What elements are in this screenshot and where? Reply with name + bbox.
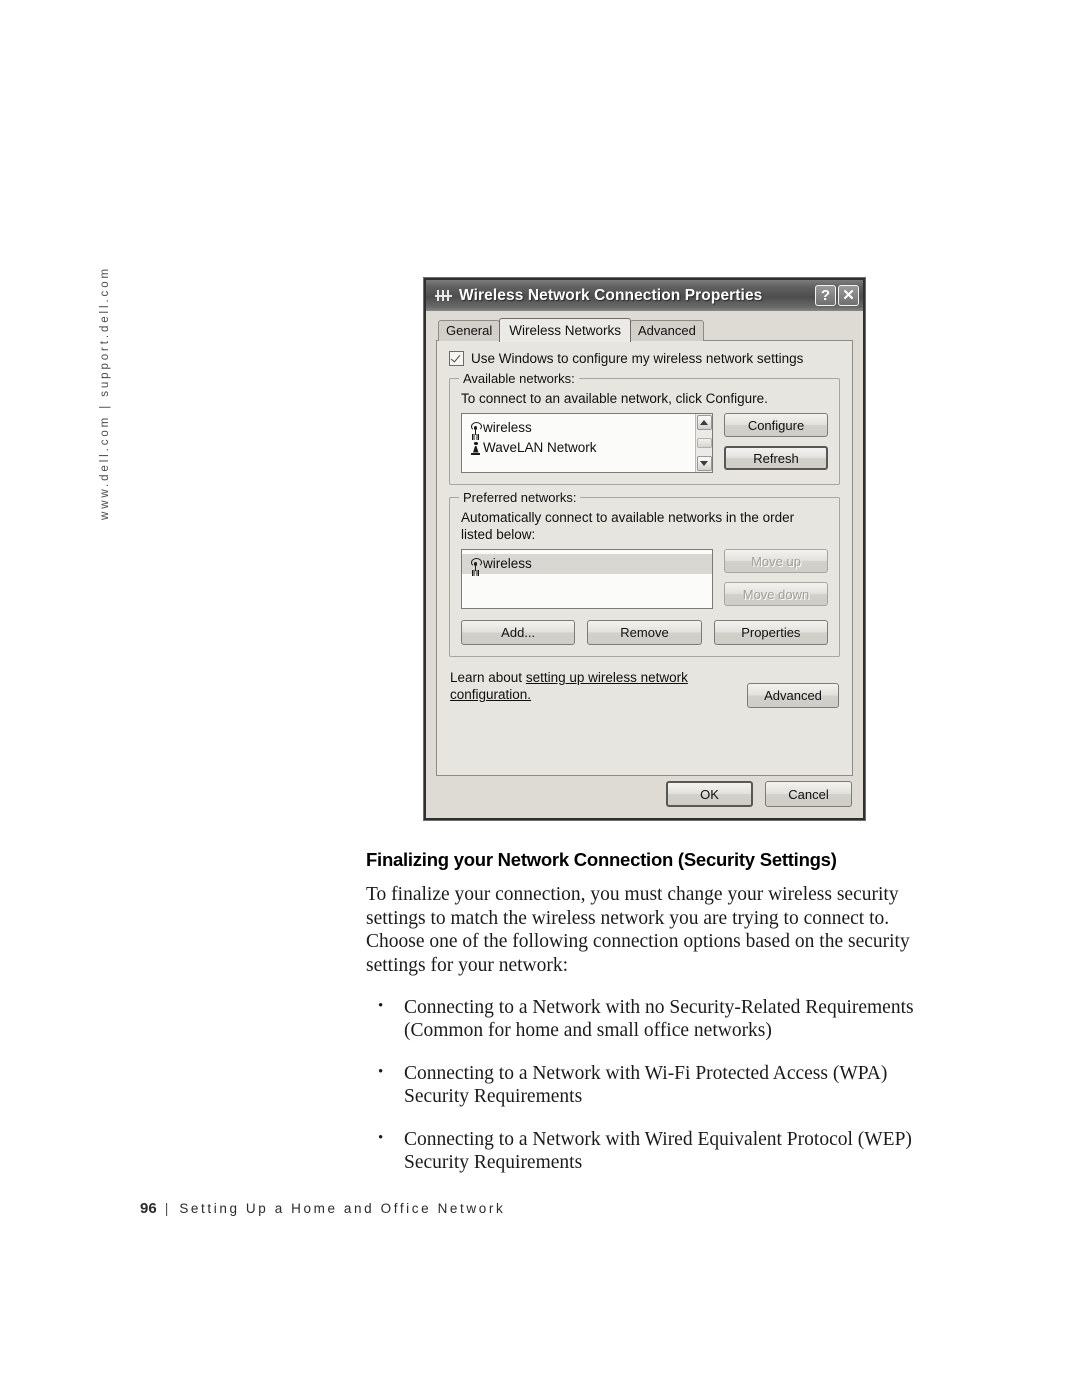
advanced-button[interactable]: Advanced: [747, 683, 839, 708]
preferred-networks-side-buttons: Move up Move down: [724, 549, 828, 606]
dialog-action-buttons: OK Cancel: [666, 781, 852, 807]
dialog-title: Wireless Network Connection Properties: [459, 286, 763, 304]
use-windows-checkbox-label: Use Windows to configure my wireless net…: [471, 351, 804, 366]
preferred-networks-listbox[interactable]: wireless: [461, 549, 713, 609]
list-item[interactable]: WaveLAN Network: [462, 438, 695, 458]
page-footer: 96 | Setting Up a Home and Office Networ…: [140, 1200, 505, 1217]
available-networks-row: wireless WaveLAN Network Configure Refre…: [461, 413, 828, 473]
article-body: Finalizing your Network Connection (Secu…: [366, 849, 922, 1194]
available-networks-description: To connect to an available network, clic…: [461, 391, 768, 406]
preferred-networks-group-title: Preferred networks:: [459, 490, 581, 505]
checkbox-icon[interactable]: [449, 351, 464, 366]
list-item: Connecting to a Network with no Security…: [366, 995, 922, 1042]
list-item-label: wireless: [483, 420, 532, 435]
intro-paragraph: To finalize your connection, you must ch…: [366, 884, 910, 976]
access-point-icon: [468, 421, 483, 436]
ad-hoc-computer-icon: [468, 441, 483, 456]
move-down-button[interactable]: Move down: [724, 582, 828, 606]
access-point-icon: [468, 557, 483, 572]
add-button[interactable]: Add...: [461, 620, 576, 645]
available-networks-items: wireless WaveLAN Network: [462, 414, 695, 472]
scroll-up-icon[interactable]: [696, 415, 712, 430]
dialog-titlebar: Wireless Network Connection Properties ?…: [426, 280, 863, 311]
learn-more-row: Learn about setting up wireless network …: [449, 669, 840, 708]
titlebar-buttons: ? ✕: [815, 285, 859, 306]
list-item[interactable]: wireless: [462, 554, 712, 574]
list-item-label: WaveLAN Network: [483, 440, 597, 455]
use-windows-checkbox-row[interactable]: Use Windows to configure my wireless net…: [449, 351, 840, 366]
scroll-down-icon[interactable]: [696, 456, 712, 471]
scrollbar-thumb[interactable]: [696, 438, 712, 448]
preferred-networks-row: wireless Move up Move down: [461, 549, 828, 609]
footer-separator: |: [164, 1200, 169, 1216]
available-networks-scrollbar[interactable]: [695, 414, 712, 472]
preferred-networks-bottom-buttons: Add... Remove Properties: [461, 620, 828, 645]
preferred-networks-description: Automatically connect to available netwo…: [461, 510, 795, 542]
properties-button[interactable]: Properties: [713, 620, 828, 645]
page-heading: Finalizing your Network Connection (Secu…: [366, 849, 837, 870]
tab-general[interactable]: General: [438, 320, 501, 341]
side-url-tab: www.dell.com | support.dell.com: [95, 250, 115, 535]
tab-wireless-networks[interactable]: Wireless Networks: [499, 318, 632, 342]
learn-more-prefix: Learn about: [450, 670, 526, 685]
footer-section-title: Setting Up a Home and Office Network: [179, 1201, 506, 1216]
list-item: Connecting to a Network with Wired Equiv…: [366, 1127, 922, 1174]
list-item-label: wireless: [483, 556, 532, 571]
close-icon[interactable]: ✕: [838, 285, 859, 306]
configure-button[interactable]: Configure: [724, 413, 828, 437]
preferred-networks-group: Preferred networks: Automatically connec…: [449, 490, 840, 657]
preferred-networks-items: wireless: [462, 550, 712, 608]
available-networks-group: Available networks: To connect to an ava…: [449, 371, 840, 485]
refresh-button[interactable]: Refresh: [724, 446, 828, 470]
available-networks-listbox[interactable]: wireless WaveLAN Network: [461, 413, 713, 473]
list-item[interactable]: wireless: [462, 418, 695, 438]
network-connection-icon: [435, 288, 452, 303]
available-networks-group-title: Available networks:: [459, 371, 579, 386]
options-list: Connecting to a Network with no Security…: [366, 995, 922, 1174]
dialog-body: General Wireless Networks Advanced Use W…: [426, 311, 863, 818]
wireless-networks-panel: Use Windows to configure my wireless net…: [436, 340, 853, 776]
available-networks-buttons: Configure Refresh: [724, 413, 828, 470]
tab-advanced[interactable]: Advanced: [630, 320, 704, 341]
learn-more-text: Learn about setting up wireless network …: [450, 669, 747, 703]
remove-button[interactable]: Remove: [587, 620, 702, 645]
side-url-text: www.dell.com | support.dell.com: [99, 265, 111, 520]
page-number: 96: [140, 1200, 157, 1217]
tab-strip: General Wireless Networks Advanced: [438, 318, 853, 342]
move-up-button[interactable]: Move up: [724, 549, 828, 573]
ok-button[interactable]: OK: [666, 781, 753, 807]
list-item: Connecting to a Network with Wi-Fi Prote…: [366, 1061, 922, 1108]
wireless-network-connection-properties-dialog: Wireless Network Connection Properties ?…: [424, 278, 865, 820]
cancel-button[interactable]: Cancel: [765, 781, 852, 807]
help-icon[interactable]: ?: [815, 285, 836, 306]
